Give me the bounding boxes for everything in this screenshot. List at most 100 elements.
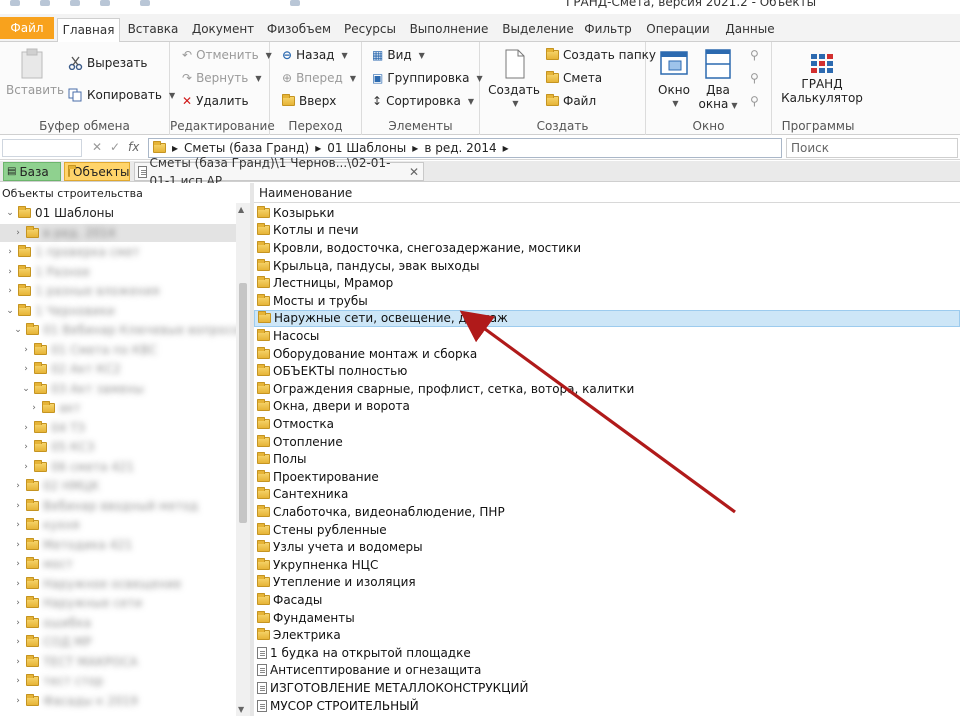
chevron-down-icon[interactable]: ▼	[491, 97, 540, 111]
chevron-down-icon[interactable]: ⌄	[14, 325, 22, 335]
paste-button[interactable]: Вставить	[6, 48, 64, 97]
forward-button[interactable]: ⊕ Вперед ▼	[282, 71, 356, 85]
tree-item[interactable]: › 02 Акт КС2	[22, 360, 121, 378]
tree-item[interactable]: › 1 проверка смет	[6, 243, 140, 261]
tree-item[interactable]: › 1 разные вложения	[6, 282, 159, 300]
view-button[interactable]: ▦ Вид ▼	[372, 48, 425, 62]
chevron-down-icon[interactable]: ⌄	[6, 208, 14, 218]
two-windows-button[interactable]: Два окна ▼	[698, 48, 738, 113]
tree-item[interactable]: › Вебинар вводный метод	[14, 497, 198, 515]
chevron-right-icon[interactable]: ›	[14, 696, 22, 706]
tree-item[interactable]: › ошибка	[14, 614, 91, 632]
tab-data[interactable]: Данные	[722, 18, 778, 42]
list-item-document[interactable]: Антисептирование и огнезащита	[254, 662, 960, 680]
list-item-folder[interactable]: Насосы	[254, 327, 960, 345]
chevron-down-icon[interactable]: ▼	[731, 101, 737, 110]
list-item-folder[interactable]: Крыльца, пандусы, эвак выходы	[254, 257, 960, 275]
quick-access-icon[interactable]	[140, 0, 150, 6]
list-item-folder[interactable]: Стены рубленные	[254, 521, 960, 539]
list-item-folder[interactable]: Отмостка	[254, 415, 960, 433]
tab-execution[interactable]: Выполнение	[406, 18, 492, 42]
list-item-folder[interactable]: ОБЪЕКТЫ полностью	[254, 362, 960, 380]
chevron-right-icon[interactable]: ›	[14, 559, 22, 569]
tree-item[interactable]: ⌄ 01 Вебинар Ключевые вопросов	[14, 321, 246, 339]
quick-access-icon[interactable]	[10, 0, 20, 6]
chevron-down-icon[interactable]: ▼	[468, 97, 474, 106]
cancel-x-icon[interactable]: ✕	[92, 140, 102, 154]
list-item-folder[interactable]: Фасады	[254, 591, 960, 609]
quick-access-icon[interactable]	[100, 0, 110, 6]
list-item-document[interactable]: ИЗГОТОВЛЕНИЕ МЕТАЛЛОКОНСТРУКЦИЙ	[254, 679, 960, 697]
confirm-check-icon[interactable]: ✓	[110, 140, 120, 154]
chevron-right-icon[interactable]: ›	[22, 423, 30, 433]
list-item-folder[interactable]: Окна, двери и ворота	[254, 398, 960, 416]
chevron-right-icon[interactable]: ▸	[503, 141, 509, 155]
tree-item[interactable]: › Фасады к 2019	[14, 692, 138, 710]
chevron-down-icon[interactable]: ▼	[255, 74, 261, 83]
chevron-right-icon[interactable]: ›	[14, 481, 22, 491]
chevron-right-icon[interactable]: ›	[14, 637, 22, 647]
chevron-right-icon[interactable]: ›	[6, 247, 14, 257]
pin-icon[interactable]: ⚲	[750, 71, 759, 85]
quick-access-icon[interactable]	[290, 0, 300, 6]
tree-item[interactable]: › Наружное освещение	[14, 575, 181, 593]
tree-item[interactable]: › 02 НМЦК	[14, 477, 99, 495]
column-header-name[interactable]: Наименование	[254, 183, 960, 203]
scroll-down-icon[interactable]: ▼	[238, 705, 244, 714]
cut-button[interactable]: Вырезать	[68, 56, 148, 70]
tab-selection[interactable]: Выделение	[498, 18, 578, 42]
quick-access-icon[interactable]	[40, 0, 50, 6]
list-item-folder[interactable]: Сантехника	[254, 486, 960, 504]
list-item-folder[interactable]: Ограждения сварные, профлист, сетка, вот…	[254, 380, 960, 398]
tab-home[interactable]: Главная	[57, 18, 120, 43]
list-item-folder[interactable]: Отопление	[254, 433, 960, 451]
chevron-right-icon[interactable]: ›	[14, 228, 22, 238]
chevron-right-icon[interactable]: ›	[14, 520, 22, 530]
tree-item[interactable]: › в ред. 2014	[0, 223, 236, 242]
tab-open-document[interactable]: Сметы (база Гранд)\1 Чернов...\02-01-01-…	[134, 156, 424, 188]
list-item-folder[interactable]: Мосты и трубы	[254, 292, 960, 310]
tree-item[interactable]: ⌄ 03 Акт замены	[22, 380, 144, 398]
cell-name-box[interactable]	[2, 139, 82, 157]
list-item-folder[interactable]: Кровли, водосточка, снегозадержание, мос…	[254, 239, 960, 257]
search-input[interactable]: Поиск	[786, 138, 958, 158]
tab-physvolume[interactable]: Физобъем	[262, 18, 336, 42]
chevron-right-icon[interactable]: ›	[22, 364, 30, 374]
list-item-folder[interactable]: Электрика	[254, 626, 960, 644]
new-estimate-button[interactable]: Смета	[546, 71, 602, 85]
new-folder-button[interactable]: Создать папку	[546, 48, 656, 62]
quick-access-icon[interactable]	[70, 0, 80, 6]
chevron-down-icon[interactable]: ▼	[341, 51, 347, 60]
chevron-down-icon[interactable]: ▼	[350, 74, 356, 83]
list-item-folder[interactable]: Фундаменты	[254, 609, 960, 627]
tree-item[interactable]: › 06 смета 421	[22, 458, 134, 476]
list-item-folder[interactable]: Наружные сети, освещение, дренаж	[254, 309, 960, 328]
tree-item[interactable]: › 05 КС3	[22, 438, 95, 456]
undo-button[interactable]: ↶ Отменить ▼	[182, 48, 272, 62]
chevron-down-icon[interactable]: ⌄	[22, 384, 30, 394]
chevron-down-icon[interactable]: ▼	[657, 97, 694, 111]
list-item-folder[interactable]: Оборудование монтаж и сборка	[254, 345, 960, 363]
chevron-right-icon[interactable]: ›	[22, 442, 30, 452]
tab-resources[interactable]: Ресурсы	[340, 18, 400, 42]
new-file-button[interactable]: Файл	[546, 94, 596, 108]
tree-item[interactable]: › Методика 421	[14, 536, 132, 554]
chevron-right-icon[interactable]: ›	[6, 267, 14, 277]
chevron-right-icon[interactable]: ›	[22, 462, 30, 472]
chevron-right-icon[interactable]: ›	[6, 286, 14, 296]
tree-item[interactable]: › 1 Разное	[6, 263, 90, 281]
chevron-right-icon[interactable]: ›	[30, 403, 38, 413]
tree-item[interactable]: › мост	[14, 555, 73, 573]
chevron-right-icon[interactable]: ›	[14, 540, 22, 550]
close-icon[interactable]: ✕	[409, 163, 419, 181]
chevron-right-icon[interactable]: ›	[22, 345, 30, 355]
chevron-right-icon[interactable]: ›	[14, 579, 22, 589]
back-button[interactable]: ⊖ Назад ▼	[282, 48, 348, 62]
grand-calculator-button[interactable]: ГРАНД Калькулятор	[780, 52, 864, 105]
list-item-folder[interactable]: Котлы и печи	[254, 222, 960, 240]
tab-file[interactable]: Файл	[0, 17, 54, 39]
chevron-down-icon[interactable]: ⌄	[6, 306, 14, 316]
scroll-up-icon[interactable]: ▲	[238, 205, 244, 214]
pin-icon[interactable]: ⚲	[750, 48, 759, 62]
tree-item[interactable]: › Наружные сети	[14, 594, 142, 612]
